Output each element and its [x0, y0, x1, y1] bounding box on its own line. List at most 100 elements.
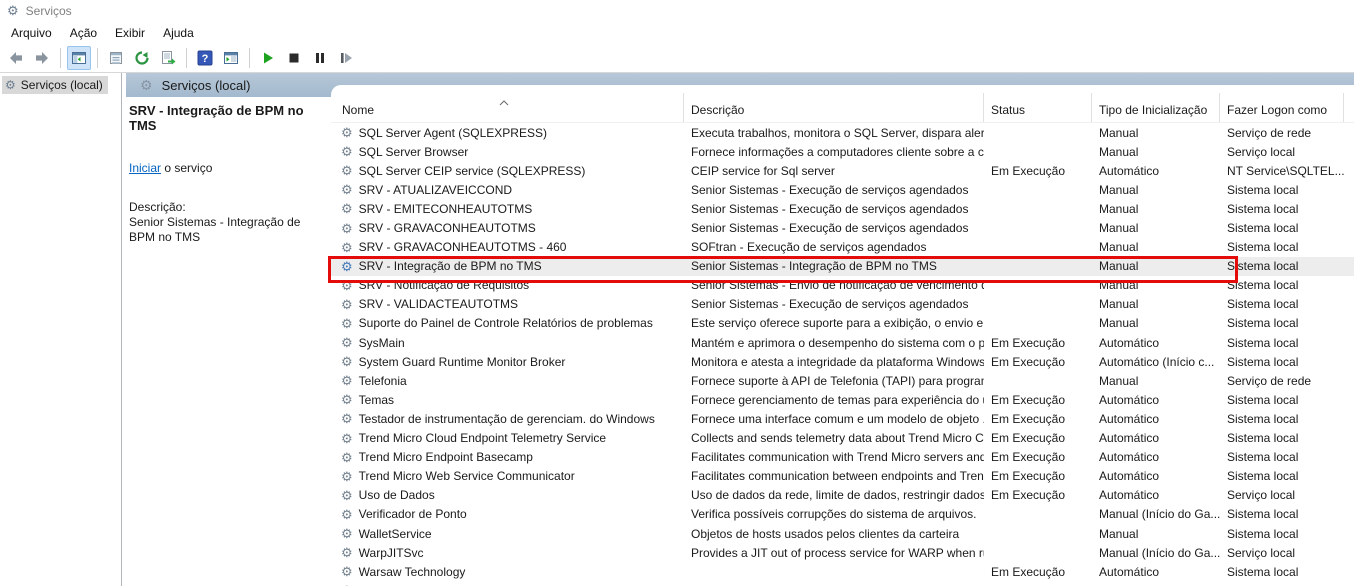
- services-app-icon: ⚙: [7, 3, 19, 18]
- table-row[interactable]: ⚙ Telefonia Fornece suporte à API de Telef…: [331, 371, 1354, 390]
- table-row[interactable]: ⚙ SysMain Mantém e aprimora o desempenho d…: [331, 333, 1354, 352]
- start-service-link[interactable]: Iniciar: [129, 161, 161, 175]
- table-row[interactable]: ⚙ Warsaw Technology Em Execução Automático S…: [331, 562, 1354, 581]
- table-row[interactable]: ⚙ SRV - GRAVACONHEAUTOTMS Senior Sistemas …: [331, 218, 1354, 237]
- service-gear-icon: ⚙: [341, 488, 353, 503]
- service-gear-icon: ⚙: [341, 182, 353, 197]
- table-row[interactable]: ⚙ SRV - EMITECONHEAUTOTMS Senior Sistemas …: [331, 199, 1354, 218]
- table-row[interactable]: ⚙: [331, 581, 1354, 586]
- service-startup-type: Manual: [1099, 316, 1139, 331]
- service-name-cell: ⚙ Warsaw Technology: [331, 565, 684, 579]
- service-description: Provides a JIT out of process service fo…: [691, 545, 984, 560]
- service-startup-type: Automático (Início c...: [1099, 354, 1215, 369]
- show-window-icon[interactable]: [67, 46, 91, 70]
- service-gear-icon: ⚙: [341, 240, 353, 255]
- table-row[interactable]: ⚙ SQL Server CEIP service (SQLEXPRESS) CEI…: [331, 161, 1354, 180]
- window-titlebar: ⚙ Serviços: [0, 0, 1354, 22]
- pause-service-icon[interactable]: [308, 46, 332, 70]
- service-description: Senior Sistemas - Execução de serviços a…: [691, 221, 969, 236]
- tree-item-label: Serviços (local): [20, 78, 103, 92]
- restart-service-icon[interactable]: [334, 46, 358, 70]
- table-row[interactable]: ⚙ System Guard Runtime Monitor Broker Moni…: [331, 352, 1354, 371]
- table-row[interactable]: ⚙ SQL Server Agent (SQLEXPRESS) Executa tr…: [331, 123, 1354, 142]
- column-header-descricao[interactable]: Descrição: [684, 93, 984, 122]
- service-name-cell: ⚙ SQL Server CEIP service (SQLEXPRESS): [331, 164, 684, 178]
- list-header: Nome Descrição Status Tipo de Inicializa…: [331, 93, 1354, 123]
- service-name: Suporte do Painel de Controle Relatórios…: [358, 316, 653, 331]
- service-status: Em Execução: [991, 469, 1066, 484]
- service-logon-as: Sistema local: [1227, 469, 1299, 484]
- service-description: Monitora e atesta a integridade da plata…: [691, 354, 984, 369]
- table-row[interactable]: ⚙ WarpJITSvc Provides a JIT out of process…: [331, 543, 1354, 562]
- table-row[interactable]: ⚙ SRV - Notificação de Requisitos Senior S…: [331, 276, 1354, 295]
- service-name: Warsaw Technology: [358, 564, 466, 579]
- service-startup-type: Manual: [1099, 278, 1139, 293]
- service-logon-as: Sistema local: [1227, 335, 1299, 350]
- service-name: Trend Micro Endpoint Basecamp: [358, 450, 533, 465]
- service-name: SQL Server CEIP service (SQLEXPRESS): [358, 163, 586, 178]
- service-status: Em Execução: [991, 564, 1066, 579]
- column-header-tipo-inicializacao[interactable]: Tipo de Inicialização: [1092, 93, 1220, 122]
- service-logon-as: Sistema local: [1227, 392, 1299, 407]
- service-name-cell: ⚙ SRV - EMITECONHEAUTOTMS: [331, 202, 684, 216]
- service-name-cell: ⚙ Suporte do Painel de Controle Relatório…: [331, 316, 684, 330]
- menu-ajuda[interactable]: Ajuda: [154, 23, 203, 43]
- show-console-tree-icon[interactable]: [219, 46, 243, 70]
- table-row[interactable]: ⚙ SRV - ATUALIZAVEICCOND Senior Sistemas -…: [331, 180, 1354, 199]
- service-name: Uso de Dados: [358, 488, 435, 503]
- menu-arquivo[interactable]: Arquivo: [2, 23, 61, 43]
- table-row[interactable]: ⚙ Temas Fornece gerenciamento de temas par…: [331, 390, 1354, 409]
- refresh-icon[interactable]: [130, 46, 154, 70]
- help-icon[interactable]: ?: [193, 46, 217, 70]
- table-row[interactable]: ⚙ Trend Micro Endpoint Basecamp Facilitate…: [331, 448, 1354, 467]
- console-tree-pane: ⚙ Serviços (local): [0, 73, 122, 586]
- column-header-fazer-logon-como[interactable]: Fazer Logon como: [1220, 93, 1344, 122]
- service-description: SOFtran - Execução de serviços agendados: [691, 240, 927, 255]
- export-list-icon[interactable]: [156, 46, 180, 70]
- service-gear-icon: ⚙: [341, 526, 353, 541]
- column-header-status[interactable]: Status: [984, 93, 1092, 122]
- table-row[interactable]: ⚙ WalletService Objetos de hosts usados pe…: [331, 524, 1354, 543]
- service-logon-as: Sistema local: [1227, 240, 1299, 255]
- service-gear-icon: ⚙: [341, 221, 353, 236]
- service-gear-icon: ⚙: [5, 78, 16, 92]
- service-description: Verifica possíveis corrupções do sistema…: [691, 507, 977, 522]
- menu-exibir[interactable]: Exibir: [106, 23, 154, 43]
- table-row[interactable]: ⚙ Uso de Dados Uso de dados da rede, limit…: [331, 486, 1354, 505]
- service-gear-icon: ⚙: [341, 392, 353, 407]
- back-icon[interactable]: [4, 46, 28, 70]
- service-startup-type: Automático: [1099, 431, 1160, 446]
- table-row[interactable]: ⚙ SRV - VALIDACTEAUTOTMS Senior Sistemas -…: [331, 295, 1354, 314]
- service-name: SysMain: [358, 335, 405, 350]
- table-row[interactable]: ⚙ SRV - GRAVACONHEAUTOTMS - 460 SOFtran - …: [331, 238, 1354, 257]
- service-gear-icon: ⚙: [140, 77, 153, 93]
- table-row[interactable]: ⚙ SRV - Integração de BPM no TMS Senior Si…: [331, 256, 1354, 276]
- service-logon-as: Sistema local: [1227, 526, 1299, 541]
- service-name-cell: ⚙ SRV - Notificação de Requisitos: [331, 278, 684, 292]
- service-startup-type: Automático: [1099, 450, 1160, 465]
- start-service-suffix: o serviço: [161, 161, 213, 175]
- table-row[interactable]: ⚙ SQL Server Browser Fornece informações a…: [331, 142, 1354, 161]
- service-startup-type: Automático: [1099, 335, 1160, 350]
- service-logon-as: Sistema local: [1227, 278, 1299, 293]
- service-name-cell: ⚙ SRV - GRAVACONHEAUTOTMS: [331, 221, 684, 235]
- service-name: SRV - Notificação de Requisitos: [358, 278, 530, 293]
- start-service-icon[interactable]: [256, 46, 280, 70]
- service-name-cell: ⚙ Verificador de Ponto: [331, 507, 684, 521]
- properties-icon[interactable]: [104, 46, 128, 70]
- table-row[interactable]: ⚙ Trend Micro Cloud Endpoint Telemetry Se…: [331, 429, 1354, 448]
- forward-icon[interactable]: [30, 46, 54, 70]
- table-row[interactable]: ⚙ Suporte do Painel de Controle Relatório…: [331, 314, 1354, 333]
- column-header-filler: [1344, 93, 1354, 122]
- menu-acao[interactable]: Ação: [61, 23, 106, 43]
- table-row[interactable]: ⚙ Trend Micro Web Service Communicator Fac…: [331, 467, 1354, 486]
- tree-item-servicos-local[interactable]: ⚙ Serviços (local): [2, 76, 108, 94]
- table-row[interactable]: ⚙ Testador de instrumentação de gerenciam…: [331, 409, 1354, 428]
- window-title: Serviços: [25, 4, 72, 18]
- stop-service-icon[interactable]: [282, 46, 306, 70]
- table-row[interactable]: ⚙ Verificador de Ponto Verifica possíveis …: [331, 505, 1354, 524]
- service-name-cell: ⚙ Testador de instrumentação de gerenciam…: [331, 412, 684, 426]
- selected-service-title: SRV - Integração de BPM no TMS: [129, 103, 304, 133]
- service-description: Este serviço oferece suporte para a exib…: [691, 316, 984, 331]
- console-panels: ⚙ Serviços (local) ⚙ Serviços (local) SR…: [0, 73, 1354, 586]
